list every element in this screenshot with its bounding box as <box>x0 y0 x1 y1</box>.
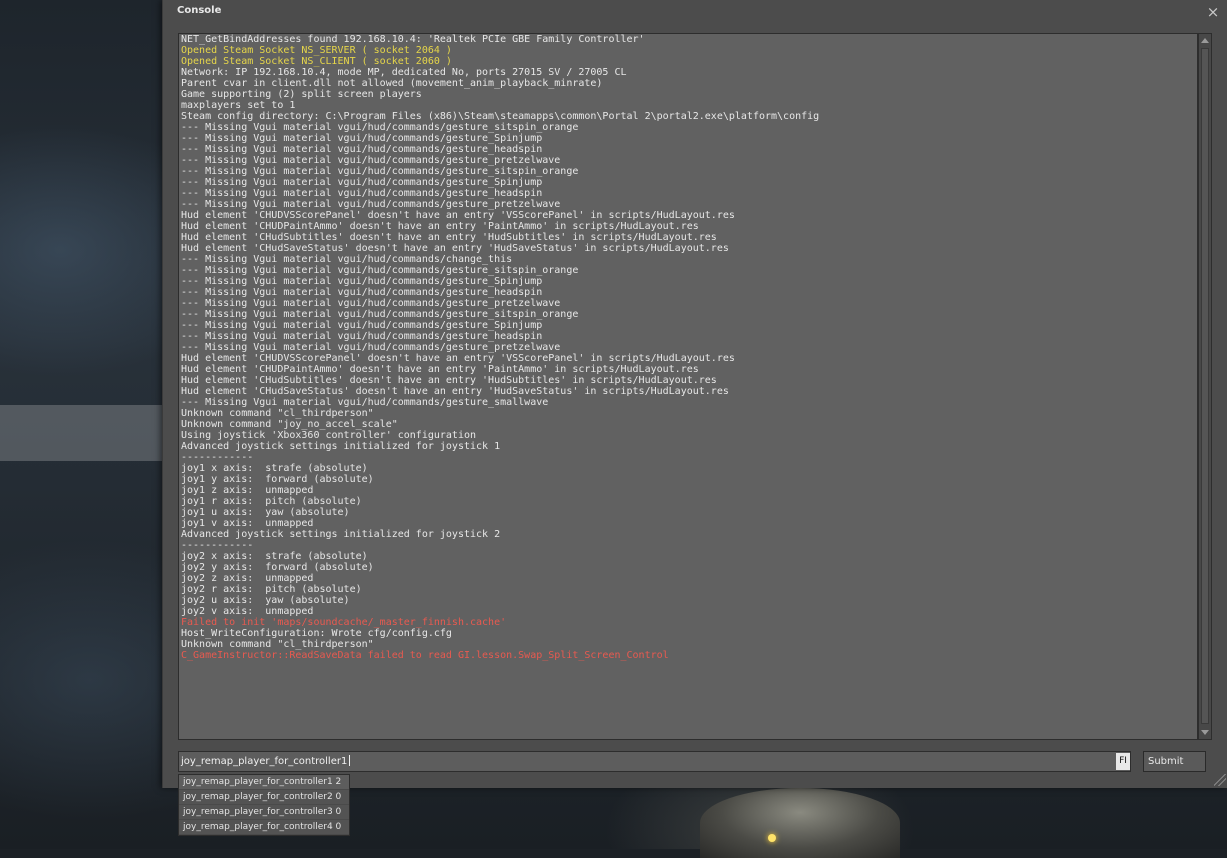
log-line: --- Missing Vgui material vgui/hud/comma… <box>181 298 561 309</box>
scroll-down-icon[interactable] <box>1201 730 1209 735</box>
log-line: --- Missing Vgui material vgui/hud/comma… <box>181 254 513 265</box>
log-line: --- Missing Vgui material vgui/hud/comma… <box>181 287 543 298</box>
log-line: --- Missing Vgui material vgui/hud/comma… <box>181 199 561 210</box>
log-line: --- Missing Vgui material vgui/hud/comma… <box>181 177 543 188</box>
game-robot-eye <box>768 834 776 842</box>
log-line: --- Missing Vgui material vgui/hud/comma… <box>181 331 543 342</box>
log-line: joy1 x axis: strafe (absolute) <box>181 463 368 474</box>
autocomplete-item[interactable]: joy_remap_player_for_controller3 0 <box>179 805 349 820</box>
console-window: Console × NET_GetBindAddresses found 192… <box>162 0 1227 788</box>
log-line: --- Missing Vgui material vgui/hud/comma… <box>181 265 579 276</box>
command-input-text: joy_remap_player_for_controller1 <box>181 756 350 767</box>
log-line: --- Missing Vgui material vgui/hud/comma… <box>181 188 543 199</box>
log-line: Unknown command "cl_thirdperson" <box>181 408 374 419</box>
log-line: C_GameInstructor::ReadSaveData failed to… <box>181 650 669 661</box>
log-line: Parent cvar in client.dll not allowed (m… <box>181 78 603 89</box>
log-line: joy2 y axis: forward (absolute) <box>181 562 374 573</box>
log-line: ------------ <box>181 540 254 551</box>
log-line: joy1 v axis: unmapped <box>181 518 314 529</box>
game-background-panel <box>0 405 165 461</box>
log-line: maxplayers set to 1 <box>181 100 296 111</box>
log-line: joy2 z axis: unmapped <box>181 573 314 584</box>
log-line: Steam config directory: C:\Program Files… <box>181 111 820 122</box>
log-line: Unknown command "joy_no_accel_scale" <box>181 419 398 430</box>
log-line: joy1 r axis: pitch (absolute) <box>181 496 362 507</box>
log-line: Opened Steam Socket NS_SERVER ( socket 2… <box>181 45 452 56</box>
log-line: --- Missing Vgui material vgui/hud/comma… <box>181 309 579 320</box>
close-icon[interactable]: × <box>1206 3 1220 21</box>
console-title: Console <box>177 5 222 16</box>
log-line: Game supporting (2) split screen players <box>181 89 422 100</box>
autocomplete-item[interactable]: joy_remap_player_for_controller4 0 <box>179 820 349 835</box>
submit-button[interactable]: Submit <box>1143 751 1206 772</box>
console-log-lines: NET_GetBindAddresses found 192.168.10.4:… <box>181 34 1195 661</box>
log-line: --- Missing Vgui material vgui/hud/comma… <box>181 166 579 177</box>
log-line: Opened Steam Socket NS_CLIENT ( socket 2… <box>181 56 452 67</box>
log-line: joy2 u axis: yaw (absolute) <box>181 595 350 606</box>
autocomplete-list: joy_remap_player_for_controller1 2 joy_re… <box>178 774 350 836</box>
log-line: Hud element 'CHudSaveStatus' doesn't hav… <box>181 386 729 397</box>
log-line: joy2 r axis: pitch (absolute) <box>181 584 362 595</box>
log-line: Using joystick 'Xbox360 controller' conf… <box>181 430 477 441</box>
log-scrollbar[interactable] <box>1198 33 1212 740</box>
resize-grip-icon[interactable] <box>1214 774 1226 786</box>
game-robot-silhouette <box>700 788 900 858</box>
log-line: --- Missing Vgui material vgui/hud/comma… <box>181 133 543 144</box>
log-line: Host_WriteConfiguration: Wrote cfg/confi… <box>181 628 452 639</box>
log-line: --- Missing Vgui material vgui/hud/comma… <box>181 342 561 353</box>
scrollbar-thumb[interactable] <box>1201 48 1209 724</box>
log-line: NET_GetBindAddresses found 192.168.10.4:… <box>181 34 645 45</box>
scroll-up-icon[interactable] <box>1201 38 1209 43</box>
console-titlebar[interactable]: Console × <box>163 0 1227 26</box>
autocomplete-item[interactable]: joy_remap_player_for_controller2 0 <box>179 790 349 805</box>
log-line: Failed to init 'maps/soundcache/_master_… <box>181 617 507 628</box>
log-line: --- Missing Vgui material vgui/hud/comma… <box>181 155 561 166</box>
log-line: joy2 v axis: unmapped <box>181 606 314 617</box>
console-log[interactable]: NET_GetBindAddresses found 192.168.10.4:… <box>178 33 1198 740</box>
log-line: joy1 y axis: forward (absolute) <box>181 474 374 485</box>
log-line: Hud element 'CHudSubtitles' doesn't have… <box>181 375 717 386</box>
command-input[interactable]: joy_remap_player_for_controller1 <box>178 751 1131 772</box>
log-line: Hud element 'CHUDPaintAmmo' doesn't have… <box>181 221 699 232</box>
log-line: --- Missing Vgui material vgui/hud/comma… <box>181 397 549 408</box>
log-line: --- Missing Vgui material vgui/hud/comma… <box>181 144 543 155</box>
log-line: Network: IP 192.168.10.4, mode MP, dedic… <box>181 67 627 78</box>
log-line: Hud element 'CHudSaveStatus' doesn't hav… <box>181 243 729 254</box>
autocomplete-item[interactable]: joy_remap_player_for_controller1 2 <box>179 775 349 790</box>
log-line: Unknown command "cl_thirdperson" <box>181 639 374 650</box>
log-line: --- Missing Vgui material vgui/hud/comma… <box>181 276 543 287</box>
log-line: joy2 x axis: strafe (absolute) <box>181 551 368 562</box>
log-line: Advanced joystick settings initialized f… <box>181 529 501 540</box>
log-line: Hud element 'CHUDPaintAmmo' doesn't have… <box>181 364 699 375</box>
log-line: Hud element 'CHudSubtitles' doesn't have… <box>181 232 717 243</box>
log-line: --- Missing Vgui material vgui/hud/comma… <box>181 122 579 133</box>
log-line: ------------ <box>181 452 254 463</box>
log-line: Hud element 'CHUDVSScorePanel' doesn't h… <box>181 210 735 221</box>
input-language-badge: FI <box>1116 753 1130 770</box>
log-line: joy1 u axis: yaw (absolute) <box>181 507 350 518</box>
log-line: --- Missing Vgui material vgui/hud/comma… <box>181 320 543 331</box>
log-line: joy1 z axis: unmapped <box>181 485 314 496</box>
log-line: Hud element 'CHUDVSScorePanel' doesn't h… <box>181 353 735 364</box>
log-line: Advanced joystick settings initialized f… <box>181 441 501 452</box>
